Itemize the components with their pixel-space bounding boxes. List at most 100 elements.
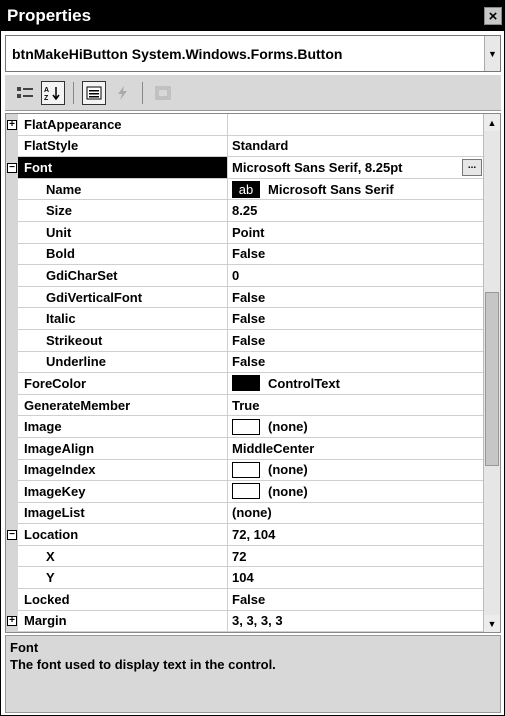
property-value[interactable]: False xyxy=(228,244,484,266)
property-value[interactable]: False xyxy=(228,352,484,374)
property-name[interactable]: FlatStyle xyxy=(18,135,228,158)
property-row[interactable]: GdiVerticalFont False xyxy=(6,286,484,309)
property-name[interactable]: Unit xyxy=(18,221,228,244)
property-name[interactable]: Location xyxy=(18,524,228,546)
chevron-down-icon[interactable]: ▼ xyxy=(484,36,500,71)
property-row[interactable]: Underline False xyxy=(6,351,484,374)
property-row[interactable]: Italic False xyxy=(6,308,484,330)
property-name[interactable]: GdiCharSet xyxy=(18,265,228,287)
properties-icon[interactable] xyxy=(82,80,106,105)
row-gutter xyxy=(6,200,18,222)
property-value[interactable]: 72 xyxy=(228,546,484,568)
scroll-up-icon[interactable]: ▲ xyxy=(484,114,500,131)
row-gutter xyxy=(6,243,18,266)
property-name[interactable]: ImageList xyxy=(18,502,228,525)
property-name[interactable]: Name xyxy=(18,178,228,201)
property-value[interactable] xyxy=(228,114,484,136)
property-name[interactable]: Y xyxy=(18,567,228,590)
alphabetical-icon[interactable]: AZ xyxy=(41,80,65,105)
property-name[interactable]: Underline xyxy=(18,351,228,374)
toolbar: AZ xyxy=(5,75,501,111)
property-value[interactable]: False xyxy=(228,330,484,352)
property-name[interactable]: Image xyxy=(18,416,228,438)
property-value[interactable]: Standard xyxy=(228,136,484,158)
property-row[interactable]: X 72 xyxy=(6,545,484,568)
property-value[interactable]: False xyxy=(228,287,484,309)
property-name[interactable]: ImageKey xyxy=(18,481,228,503)
property-name[interactable]: Bold xyxy=(18,243,228,266)
property-row[interactable]: GdiCharSet 0 xyxy=(6,265,484,287)
property-row[interactable]: GenerateMember True xyxy=(6,394,484,417)
property-value[interactable]: (none) xyxy=(228,503,484,525)
property-value[interactable]: Microsoft Sans Serif, 8.25pt... xyxy=(228,157,484,179)
property-value-text: False xyxy=(232,354,266,370)
property-value[interactable]: 8.25 xyxy=(228,200,484,222)
row-gutter xyxy=(6,567,18,590)
expand-icon[interactable]: + xyxy=(7,119,17,130)
property-value[interactable]: True xyxy=(228,395,484,417)
property-value[interactable]: 0 xyxy=(228,265,484,287)
property-row[interactable]: ImageIndex (none) xyxy=(6,459,484,482)
property-row[interactable]: Size 8.25 xyxy=(6,200,484,222)
property-value[interactable]: MiddleCenter xyxy=(228,438,484,460)
property-row[interactable]: Locked False xyxy=(6,589,484,611)
collapse-icon[interactable]: − xyxy=(7,162,17,173)
property-name[interactable]: Font xyxy=(18,157,228,179)
ellipsis-button[interactable]: ... xyxy=(462,159,482,177)
events-icon[interactable] xyxy=(110,81,134,105)
property-value[interactable]: False xyxy=(228,308,484,330)
scrollbar-thumb[interactable] xyxy=(485,292,499,466)
property-name[interactable]: Italic xyxy=(18,308,228,330)
property-value[interactable]: 3, 3, 3, 3 xyxy=(228,611,484,632)
property-row[interactable]: Bold False xyxy=(6,243,484,266)
property-name[interactable]: Margin xyxy=(18,610,228,632)
categorized-icon[interactable] xyxy=(13,81,37,105)
property-value[interactable]: (none) xyxy=(228,481,484,503)
property-name[interactable]: Size xyxy=(18,200,228,222)
property-value[interactable]: ab Microsoft Sans Serif xyxy=(228,179,484,201)
property-row[interactable]: ImageKey (none) xyxy=(6,481,484,503)
property-row[interactable]: + Margin 3, 3, 3, 3 xyxy=(6,610,484,632)
row-gutter xyxy=(6,286,18,309)
property-name[interactable]: ImageIndex xyxy=(18,459,228,482)
property-row[interactable]: + FlatAppearance xyxy=(6,114,484,136)
property-name[interactable]: Locked xyxy=(18,589,228,611)
object-selector[interactable]: btnMakeHiButton System.Windows.Forms.But… xyxy=(5,35,501,72)
property-name[interactable]: GdiVerticalFont xyxy=(18,286,228,309)
property-row[interactable]: FlatStyle Standard xyxy=(6,135,484,158)
property-row[interactable]: ForeColor ControlText xyxy=(6,373,484,395)
property-row[interactable]: Name ab Microsoft Sans Serif xyxy=(6,178,484,201)
property-row[interactable]: − Location 72, 104 xyxy=(6,524,484,546)
property-value[interactable]: (none) xyxy=(228,460,484,482)
property-row[interactable]: ImageAlign MiddleCenter xyxy=(6,437,484,460)
vertical-scrollbar[interactable]: ▲ ▼ xyxy=(483,114,500,632)
property-name[interactable]: ForeColor xyxy=(18,373,228,395)
property-row[interactable]: ImageList (none) xyxy=(6,502,484,525)
property-row[interactable]: Strikeout False xyxy=(6,329,484,352)
property-row[interactable]: Image (none) xyxy=(6,416,484,438)
property-row[interactable]: − Font Microsoft Sans Serif, 8.25pt... xyxy=(6,157,484,179)
property-value[interactable]: 72, 104 xyxy=(228,524,484,546)
property-row[interactable]: Y 104 xyxy=(6,567,484,590)
property-value-text: (none) xyxy=(232,505,272,521)
property-name[interactable]: Strikeout xyxy=(18,329,228,352)
property-name[interactable]: FlatAppearance xyxy=(18,114,228,136)
close-icon[interactable]: × xyxy=(484,7,502,25)
collapse-icon[interactable]: − xyxy=(7,530,17,541)
property-value[interactable]: ControlText xyxy=(228,373,484,395)
property-value[interactable]: (none) xyxy=(228,416,484,438)
property-value[interactable]: False xyxy=(228,589,484,611)
row-gutter xyxy=(6,178,18,201)
property-value-text: True xyxy=(232,397,260,413)
row-gutter xyxy=(6,373,18,395)
property-name[interactable]: X xyxy=(18,545,228,568)
property-value-text: 72 xyxy=(232,548,247,564)
property-pages-icon[interactable] xyxy=(151,81,175,105)
property-value[interactable]: 104 xyxy=(228,567,484,590)
property-row[interactable]: Unit Point xyxy=(6,221,484,244)
property-value[interactable]: Point xyxy=(228,222,484,244)
scroll-down-icon[interactable]: ▼ xyxy=(484,615,500,632)
property-name[interactable]: GenerateMember xyxy=(18,394,228,417)
expand-icon[interactable]: + xyxy=(7,616,17,627)
property-name[interactable]: ImageAlign xyxy=(18,437,228,460)
